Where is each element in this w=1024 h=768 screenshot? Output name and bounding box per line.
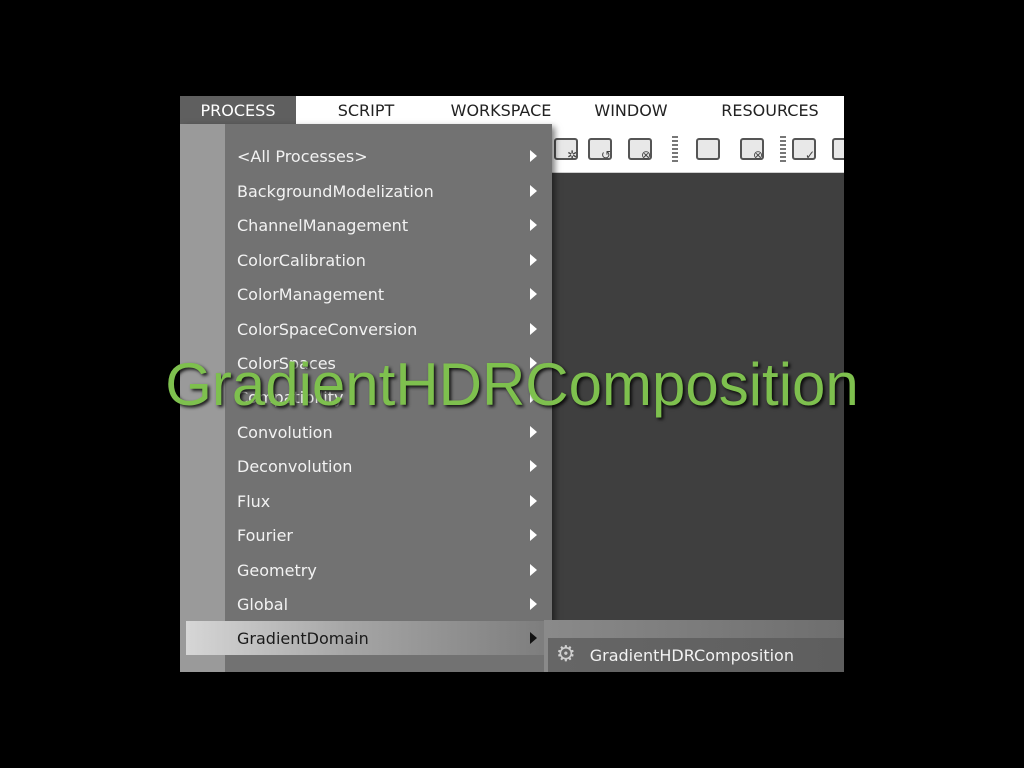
menu-item-label: ColorSpaceConversion: [237, 319, 418, 339]
submenu-arrow-icon: [530, 357, 537, 369]
menu-item-label: ColorCalibration: [237, 250, 366, 270]
submenu-arrow-icon: [530, 219, 537, 231]
gradientdomain-submenu: ⚙ GradientHDRComposition: [544, 620, 844, 672]
menu-item-label: <All Processes>: [237, 146, 368, 166]
menu-item-backgroundmodelization[interactable]: BackgroundModelization: [225, 174, 552, 208]
submenu-arrow-icon: [530, 426, 537, 438]
menubar: PROCESS SCRIPT WORKSPACE WINDOW RESOURCE…: [180, 96, 844, 124]
pixinsight-window: PROCESS SCRIPT WORKSPACE WINDOW RESOURCE…: [180, 96, 844, 672]
submenu-arrow-icon: [530, 632, 537, 644]
menu-item-label: Fourier: [237, 525, 294, 545]
menu-resources[interactable]: RESOURCES: [696, 96, 844, 124]
submenu-arrow-icon: [530, 150, 537, 162]
menu-item-label: BackgroundModelization: [237, 181, 434, 201]
menu-item-label: Compatibility: [237, 387, 344, 407]
menu-item-label: Global: [237, 594, 289, 614]
menu-item-colormanagement[interactable]: ColorManagement: [225, 277, 552, 311]
menu-item-channelmanagement[interactable]: ChannelManagement: [225, 208, 552, 242]
close-image-icon[interactable]: ⊗: [628, 138, 652, 161]
more-icon[interactable]: [832, 138, 844, 160]
submenu-arrow-icon: [530, 598, 537, 610]
menu-process[interactable]: PROCESS: [180, 96, 296, 124]
gear-icon: ⚙: [556, 642, 576, 667]
menu-item-label: Convolution: [237, 422, 333, 442]
submenu-arrow-icon: [530, 288, 537, 300]
menu-window[interactable]: WINDOW: [566, 96, 696, 124]
menu-workspace[interactable]: WORKSPACE: [436, 96, 566, 124]
menu-item-gradientdomain[interactable]: GradientDomain: [186, 621, 552, 655]
menu-item-label: ColorManagement: [237, 284, 385, 304]
process-settings-icon[interactable]: ✲: [554, 138, 578, 161]
panel-icon[interactable]: [696, 138, 720, 160]
menu-item-compatibility[interactable]: Compatibility: [225, 380, 552, 414]
submenu-arrow-icon: [530, 185, 537, 197]
submenu-item-label: GradientHDRComposition: [589, 645, 794, 665]
submenu-arrow-icon: [530, 391, 537, 403]
menu-item-colorcalibration[interactable]: ColorCalibration: [225, 243, 552, 277]
close-panel-icon[interactable]: ⊗: [740, 138, 764, 161]
menu-item-flux[interactable]: Flux: [225, 484, 552, 518]
submenu-arrow-icon: [530, 254, 537, 266]
reset-icon[interactable]: ↺: [588, 138, 612, 161]
menu-item-label: Flux: [237, 491, 271, 511]
submenu-arrow-icon: [530, 460, 537, 472]
process-menu-dropdown: <All Processes> BackgroundModelization C…: [180, 124, 552, 672]
menu-item-colorspaceconversion[interactable]: ColorSpaceConversion: [225, 312, 552, 346]
menu-item-colorspaces[interactable]: ColorSpaces: [225, 346, 552, 380]
menu-item-label: ColorSpaces: [237, 353, 336, 373]
menu-script[interactable]: SCRIPT: [296, 96, 436, 124]
submenu-arrow-icon: [530, 564, 537, 576]
submenu-item-gradienthdrcomposition[interactable]: ⚙ GradientHDRComposition: [548, 638, 844, 672]
menu-item-convolution[interactable]: Convolution: [225, 415, 552, 449]
menu-item-all-processes[interactable]: <All Processes>: [225, 139, 552, 173]
menu-item-label: Deconvolution: [237, 456, 353, 476]
submenu-arrow-icon: [530, 495, 537, 507]
menu-item-label: GradientDomain: [237, 628, 369, 648]
confirm-icon[interactable]: ✓: [792, 138, 816, 161]
submenu-arrow-icon: [530, 529, 537, 541]
menu-item-label: ChannelManagement: [237, 215, 409, 235]
toolbar-separator: [672, 136, 678, 164]
toolbar-separator: [780, 136, 786, 164]
menu-item-deconvolution[interactable]: Deconvolution: [225, 449, 552, 483]
menu-icon-gutter: [180, 124, 225, 672]
menu-item-fourier[interactable]: Fourier: [225, 518, 552, 552]
submenu-arrow-icon: [530, 323, 537, 335]
menu-item-global[interactable]: Global: [225, 587, 552, 621]
menu-item-label: Geometry: [237, 560, 317, 580]
menu-item-geometry[interactable]: Geometry: [225, 553, 552, 587]
